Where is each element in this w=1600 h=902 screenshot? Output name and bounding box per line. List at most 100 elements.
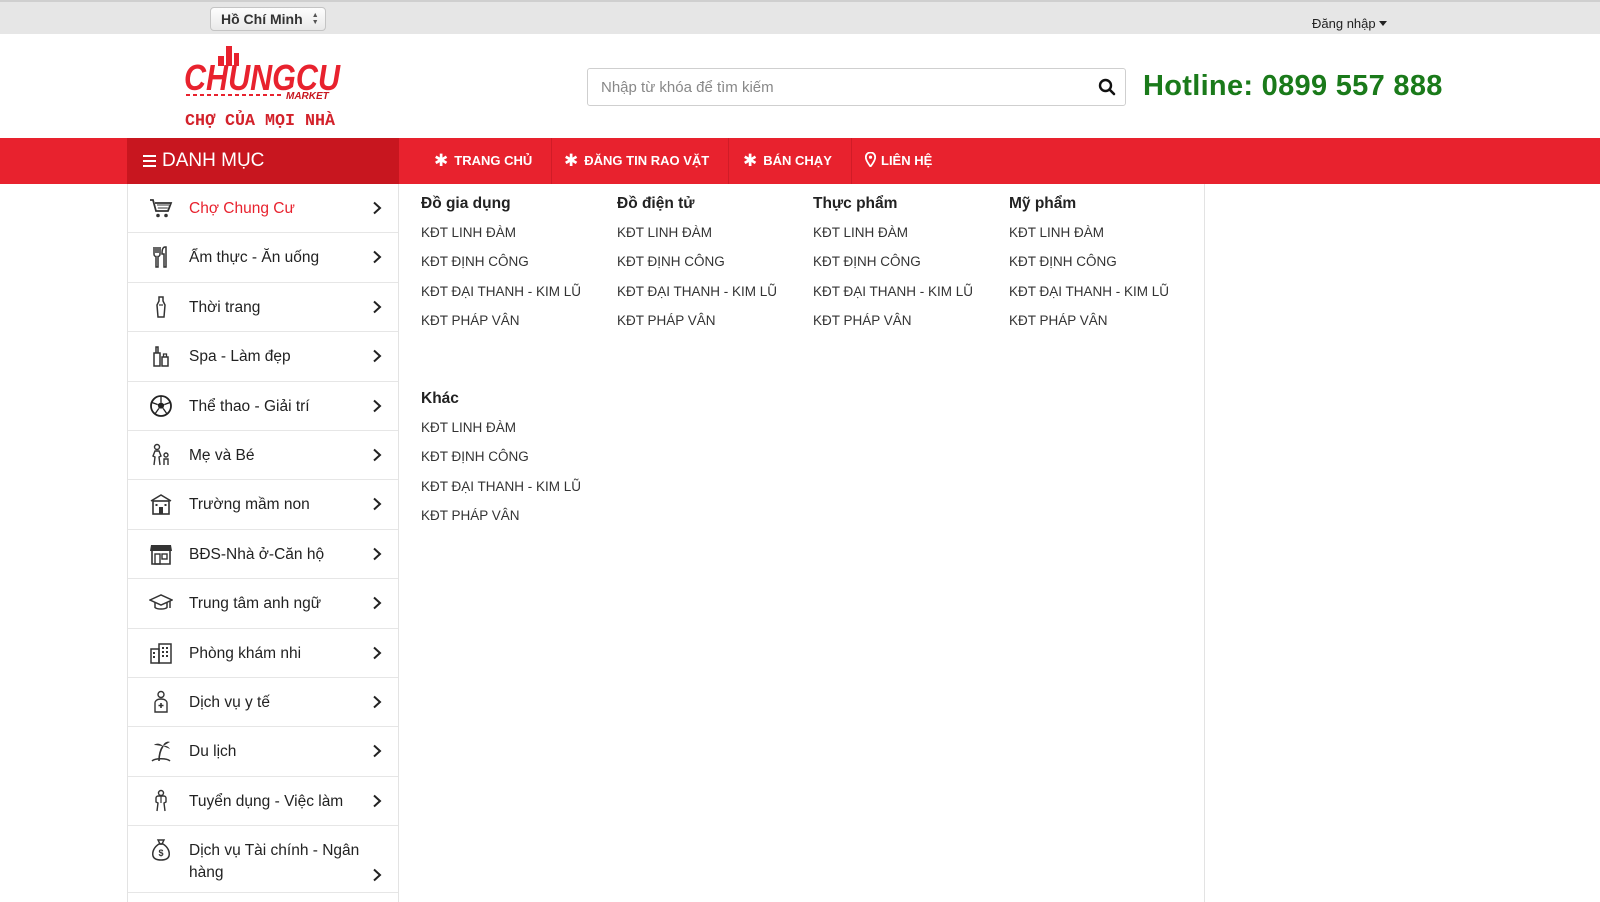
sidebar-item-label: Trung tâm anh ngữ: [189, 595, 322, 613]
mega-link[interactable]: KĐT LINH ĐÀM: [421, 419, 611, 448]
mega-link[interactable]: KĐT PHÁP VÂN: [1009, 312, 1199, 341]
sidebar-item-anh-ngu[interactable]: Trung tâm anh ngữ: [128, 579, 398, 629]
chevron-right-icon: [373, 547, 382, 560]
sidebar-item-label: Chợ Chung Cư: [189, 200, 295, 217]
sidebar-item-me-va-be[interactable]: Mẹ và Bé: [128, 431, 398, 481]
sidebar-item-label: Du lịch: [189, 743, 237, 761]
mega-group-title[interactable]: Đồ gia dụng: [421, 195, 611, 213]
mega-group-title[interactable]: Đồ điện tử: [617, 195, 807, 213]
sidebar-item-du-lich[interactable]: Du lịch: [128, 727, 398, 777]
mega-group-title[interactable]: Thực phẩm: [813, 195, 1003, 213]
nav-best-sellers[interactable]: ✱ BÁN CHẠY: [724, 138, 852, 184]
nav-contact-label: LIÊN HỆ: [881, 153, 933, 168]
mega-link[interactable]: KĐT LINH ĐÀM: [1009, 224, 1199, 253]
chevron-right-icon: [373, 868, 382, 882]
logo-market: MARKET: [286, 91, 330, 102]
chevron-right-icon: [373, 596, 382, 610]
map-pin-icon: [864, 151, 877, 168]
site-logo[interactable]: CHUNGCU MARKET CHỢ CỦA MỌI NHÀ: [182, 44, 352, 134]
search-box: [587, 68, 1126, 106]
mega-link[interactable]: KĐT LINH ĐÀM: [813, 224, 1003, 253]
mega-link[interactable]: KĐT ĐỊNH CÔNG: [421, 253, 611, 282]
mega-link[interactable]: KĐT ĐẠI THANH - KIM LŨ: [421, 478, 611, 507]
mega-link[interactable]: KĐT ĐỊNH CÔNG: [421, 448, 611, 477]
sidebar-item-bds[interactable]: BĐS-Nhà ở-Căn hộ: [128, 530, 398, 580]
doctor-icon: [154, 690, 168, 713]
building-icon: [150, 642, 172, 664]
caret-down-icon: [1378, 21, 1387, 26]
chevron-right-icon: [373, 251, 382, 264]
sidebar-item-label: Phòng khám nhi: [189, 644, 302, 662]
money-bag-icon: $: [152, 839, 170, 861]
nav-home-label: TRANG CHỦ: [454, 153, 533, 168]
sidebar-item-label: Dịch vụ y tế: [189, 693, 270, 711]
mega-group-thuc-pham: Thực phẩm KĐT LINH ĐÀM KĐT ĐỊNH CÔNG KĐT…: [813, 195, 1003, 341]
sidebar-item-am-thuc[interactable]: Ẩm thực - Ăn uống: [128, 233, 398, 283]
chevron-right-icon: [373, 794, 382, 807]
mega-group-title[interactable]: Khác: [421, 390, 611, 408]
sidebar-item-label: Mẹ và Bé: [189, 446, 255, 464]
asterisk-icon: ✱: [434, 151, 449, 170]
nav-home[interactable]: ✱ TRANG CHỦ: [415, 138, 553, 184]
chevron-right-icon: [373, 300, 382, 314]
mega-link[interactable]: KĐT ĐẠI THANH - KIM LŨ: [813, 283, 1003, 312]
chevron-right-icon: [373, 448, 382, 462]
sidebar-item-label: Ẩm thực - Ăn uống: [189, 249, 320, 267]
mega-link[interactable]: KĐT ĐẠI THANH - KIM LŨ: [421, 283, 611, 312]
sidebar-item-label: BĐS-Nhà ở-Căn hộ: [189, 545, 325, 563]
school-icon: [150, 494, 172, 516]
search-input[interactable]: [588, 69, 1068, 105]
sidebar-item-label: Trường mầm non: [189, 496, 310, 514]
mega-link[interactable]: KĐT ĐỊNH CÔNG: [813, 253, 1003, 282]
mega-link[interactable]: KĐT ĐẠI THANH - KIM LŨ: [1009, 283, 1199, 312]
sidebar-item-thoi-trang[interactable]: Thời trang: [128, 283, 398, 333]
sidebar-item-y-te[interactable]: Dịch vụ y tế: [128, 678, 398, 728]
nav-contact[interactable]: LIÊN HỆ: [846, 138, 951, 184]
search-icon[interactable]: [1097, 77, 1117, 97]
dress-icon: [156, 296, 166, 318]
mega-link[interactable]: KĐT ĐỊNH CÔNG: [617, 253, 807, 282]
mega-group-do-gia-dung: Đồ gia dụng KĐT LINH ĐÀM KĐT ĐỊNH CÔNG K…: [421, 195, 611, 341]
sidebar-item-label: Thể thao - Giải trí: [189, 397, 310, 415]
storefront-icon: [150, 544, 172, 565]
soccer-ball-icon: [150, 394, 172, 417]
login-dropdown[interactable]: Đăng nhập: [1312, 16, 1387, 31]
chevron-right-icon: [373, 399, 382, 412]
mother-child-icon: [152, 443, 169, 466]
mega-link[interactable]: KĐT PHÁP VÂN: [617, 312, 807, 341]
mega-group-khac: Khác KĐT LINH ĐÀM KĐT ĐỊNH CÔNG KĐT ĐẠI …: [421, 390, 611, 536]
site-header: CHUNGCU MARKET CHỢ CỦA MỌI NHÀ Hotline: …: [0, 34, 1600, 138]
categories-toggle[interactable]: DANH MỤC: [127, 138, 399, 184]
sidebar-item-phong-kham-nhi[interactable]: Phòng khám nhi: [128, 629, 398, 678]
sidebar-item-cho-chung-cu[interactable]: Chợ Chung Cư: [128, 184, 398, 234]
sidebar-item-label: Spa - Làm đẹp: [189, 348, 291, 366]
mega-link[interactable]: KĐT LINH ĐÀM: [421, 224, 611, 253]
sidebar-item-tuyen-dung[interactable]: Tuyển dụng - Việc làm: [128, 777, 398, 827]
cutlery-icon: [153, 246, 167, 269]
menu-icon: [143, 155, 156, 167]
graduation-cap-icon: [149, 594, 173, 610]
categories-label: DANH MỤC: [162, 150, 265, 171]
chevron-right-icon: [373, 201, 382, 215]
sidebar-item-the-thao[interactable]: Thể thao - Giải trí: [128, 382, 398, 431]
mega-link[interactable]: KĐT PHÁP VÂN: [421, 312, 611, 341]
city-select[interactable]: Hồ Chí Minh ▲ ▼: [210, 7, 326, 31]
beach-icon: [151, 741, 171, 762]
svg-text:$: $: [158, 848, 163, 858]
category-sidebar: Chợ Chung Cư Ẩm thực - Ăn uống Thời tran…: [127, 184, 399, 902]
mega-link[interactable]: KĐT PHÁP VÂN: [813, 312, 1003, 341]
mega-link[interactable]: KĐT ĐẠI THANH - KIM LŨ: [617, 283, 807, 312]
mega-link[interactable]: KĐT PHÁP VÂN: [421, 507, 611, 536]
sidebar-item-spa[interactable]: Spa - Làm đẹp: [128, 332, 398, 382]
sidebar-item-label: Dịch vụ Tài chính - Ngân hàng: [189, 842, 360, 882]
asterisk-icon: ✱: [743, 151, 758, 170]
mega-group-title[interactable]: Mỹ phẩm: [1009, 195, 1199, 213]
sidebar-item-tai-chinh[interactable]: $ Dịch vụ Tài chính - Ngân hàng: [128, 826, 398, 894]
nav-post-ad[interactable]: ✱ ĐĂNG TIN RAO VẶT: [545, 138, 730, 184]
mega-link[interactable]: KĐT ĐỊNH CÔNG: [1009, 253, 1199, 282]
chevron-right-icon: [373, 646, 382, 659]
chevron-right-icon: [373, 745, 382, 758]
sidebar-item-truong-mam-non[interactable]: Trường mầm non: [128, 480, 398, 530]
mega-link[interactable]: KĐT LINH ĐÀM: [617, 224, 807, 253]
mega-group-my-pham: Mỹ phẩm KĐT LINH ĐÀM KĐT ĐỊNH CÔNG KĐT Đ…: [1009, 195, 1199, 341]
